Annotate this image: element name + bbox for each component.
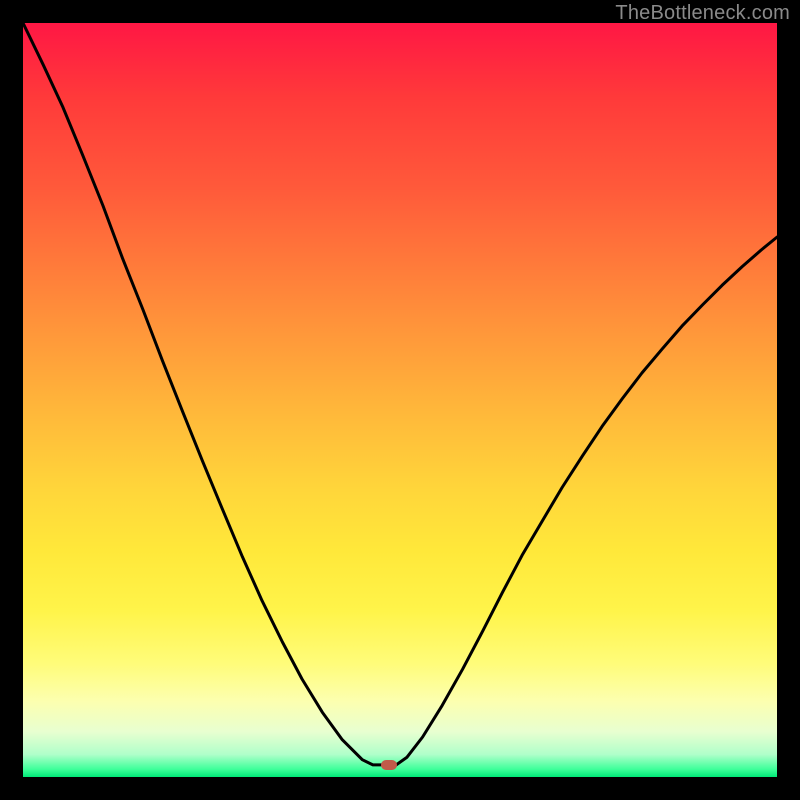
optimal-point-marker [381,760,397,770]
watermark-text: TheBottleneck.com [615,2,790,25]
chart-frame: TheBottleneck.com [0,0,800,800]
bottleneck-curve [23,23,777,777]
plot-area [23,23,777,777]
